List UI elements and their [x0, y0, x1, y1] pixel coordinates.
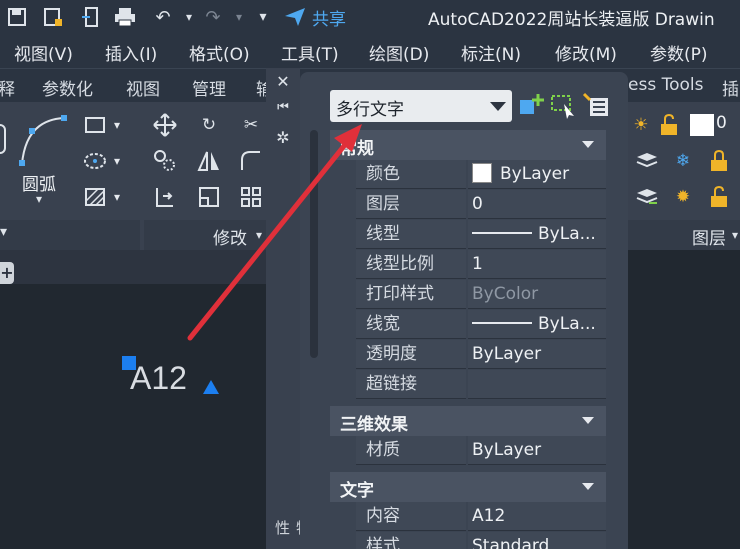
annotation-arrow: [187, 124, 362, 341]
